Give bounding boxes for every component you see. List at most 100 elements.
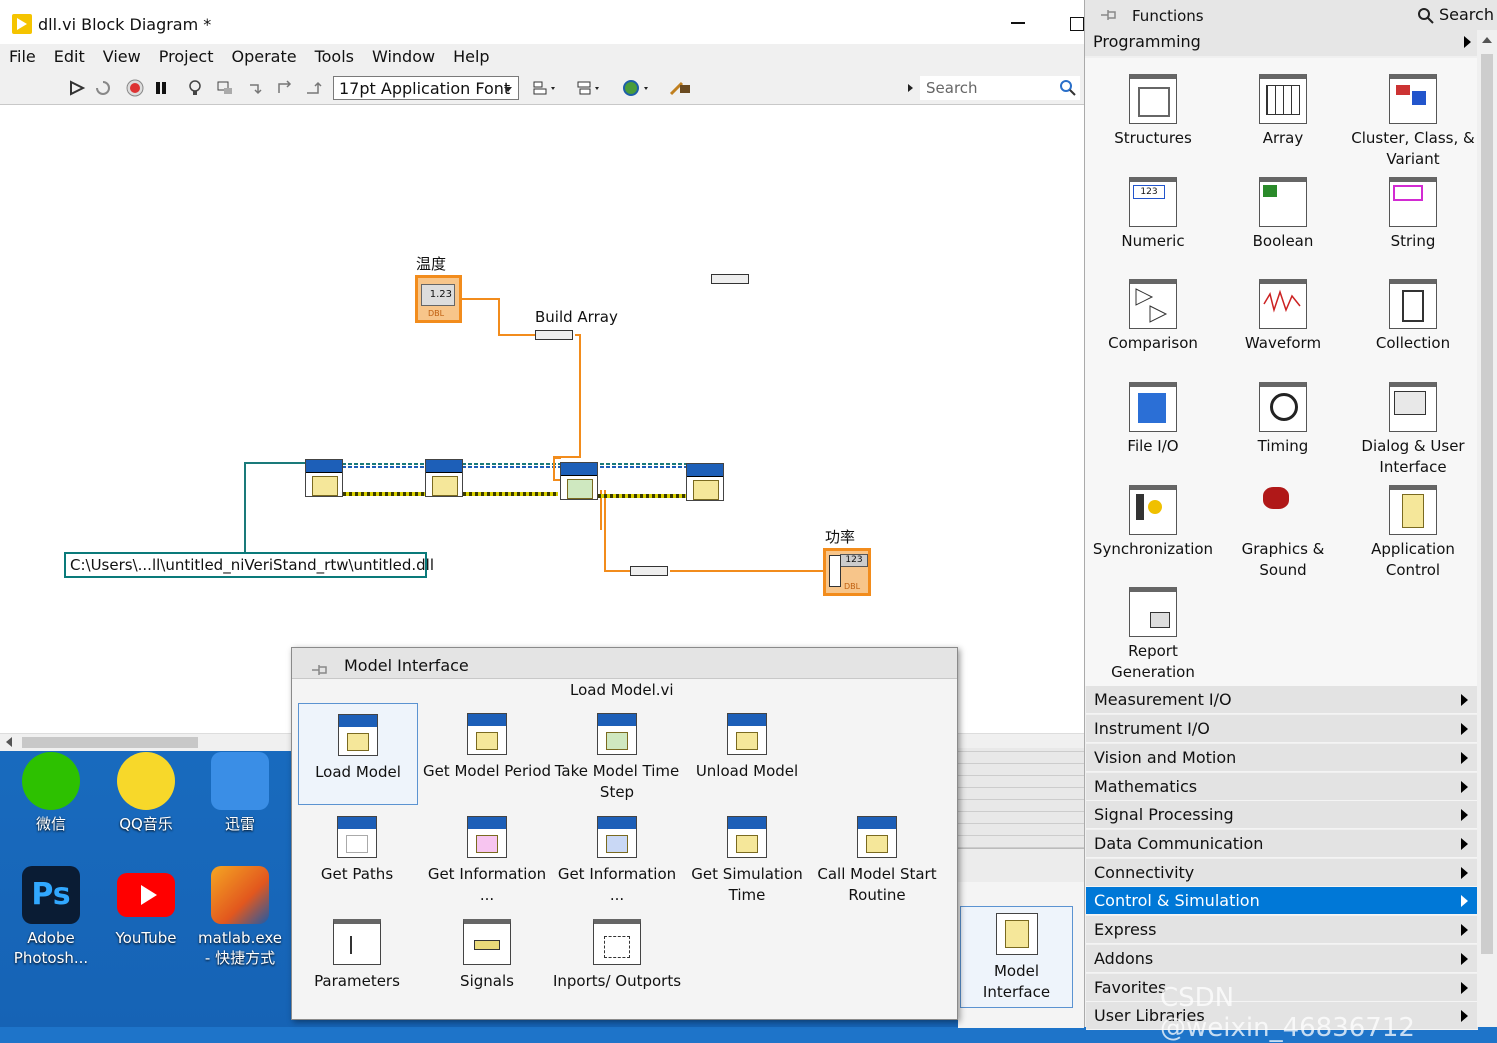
desktop-icon-label: 微信 bbox=[35, 815, 66, 833]
palette-item-application-control[interactable]: Application Control bbox=[1348, 477, 1478, 581]
desktop-icon-matlab[interactable]: matlab.exe - 快捷方式 bbox=[194, 866, 286, 968]
menu-view[interactable]: View bbox=[94, 44, 150, 66]
palette-item-call-model-start-routine[interactable]: Call Model Start Routine bbox=[812, 806, 942, 906]
desktop-icon-xunlei[interactable]: 迅雷 bbox=[194, 752, 286, 834]
scroll-up-icon[interactable] bbox=[1482, 37, 1492, 43]
palette-item-get-simulation-time[interactable]: Get Simulation Time bbox=[682, 806, 812, 906]
category-data-communication[interactable]: Data Communication bbox=[1086, 830, 1478, 858]
search-button[interactable]: Search bbox=[1413, 4, 1495, 26]
vertical-scrollbar[interactable] bbox=[1477, 30, 1497, 1027]
get-model-period-subvi[interactable] bbox=[425, 459, 463, 497]
build-array-node-unwired[interactable] bbox=[711, 274, 749, 284]
palette-item-report-generation[interactable]: Report Generation bbox=[1088, 579, 1218, 683]
menu-project[interactable]: Project bbox=[150, 44, 223, 66]
unload-model-subvi[interactable] bbox=[686, 463, 724, 501]
palette-item-timing[interactable]: Timing bbox=[1218, 374, 1348, 457]
highlight-execution-icon[interactable] bbox=[186, 79, 204, 97]
palette-item-unload-model[interactable]: Unload Model bbox=[682, 703, 812, 782]
power-indicator-terminal[interactable]: 123 DBL bbox=[823, 548, 871, 596]
palette-item-comparison[interactable]: Comparison bbox=[1088, 271, 1218, 354]
desktop-icon-youtube[interactable]: YouTube bbox=[100, 866, 192, 948]
desktop-icon-wechat[interactable]: 微信 bbox=[5, 752, 97, 834]
palette-item-numeric[interactable]: 123 Numeric bbox=[1088, 169, 1218, 252]
model-interface-palette-item[interactable]: Model Interface bbox=[960, 906, 1073, 1008]
desktop-icon-qqmusic[interactable]: QQ音乐 bbox=[100, 752, 192, 834]
temperature-control-terminal[interactable]: 1.23 DBL bbox=[415, 275, 462, 323]
menu-window[interactable]: Window bbox=[363, 44, 444, 66]
run-continuously-icon[interactable] bbox=[94, 79, 112, 97]
minimize-button[interactable] bbox=[1011, 22, 1025, 24]
category-addons[interactable]: Addons bbox=[1086, 945, 1478, 973]
numeric-icon: 123 bbox=[1129, 177, 1177, 227]
category-control-simulation[interactable]: Control & Simulation bbox=[1086, 887, 1478, 915]
menu-edit[interactable]: Edit bbox=[45, 44, 94, 66]
category-mathematics[interactable]: Mathematics bbox=[1086, 773, 1478, 801]
abort-icon[interactable] bbox=[126, 79, 144, 97]
index-array-node[interactable] bbox=[630, 566, 668, 576]
palette-item-get-model-period[interactable]: Get Model Period bbox=[422, 703, 552, 782]
category-signal-processing[interactable]: Signal Processing bbox=[1086, 801, 1478, 829]
palette-item-signals[interactable]: Signals bbox=[422, 909, 552, 992]
category-measurement-io[interactable]: Measurement I/O bbox=[1086, 686, 1478, 714]
font-selector[interactable]: 17pt Application Font bbox=[333, 76, 519, 100]
palette-item-dialog[interactable]: Dialog & User Interface bbox=[1348, 374, 1478, 478]
palette-item-label: Graphics & Sound bbox=[1241, 540, 1325, 579]
menu-file[interactable]: File bbox=[0, 44, 45, 66]
step-out-icon[interactable] bbox=[304, 79, 322, 97]
step-into-icon[interactable] bbox=[248, 79, 266, 97]
palette-item-structures[interactable]: Structures bbox=[1088, 66, 1218, 149]
pin-icon[interactable] bbox=[1099, 7, 1117, 23]
menu-help[interactable]: Help bbox=[444, 44, 498, 66]
palette-item-get-information-1[interactable]: Get Information ... bbox=[422, 806, 552, 906]
search-input[interactable]: Search bbox=[920, 76, 1080, 100]
chevron-right-icon bbox=[1461, 953, 1468, 965]
palette-item-string[interactable]: String bbox=[1348, 169, 1478, 252]
palette-item-get-paths[interactable]: Get Paths bbox=[292, 806, 422, 885]
palette-item-load-model[interactable]: Load Model bbox=[298, 703, 418, 805]
align-objects-icon[interactable] bbox=[532, 79, 560, 97]
distribute-objects-icon[interactable] bbox=[576, 79, 604, 97]
build-array-node[interactable] bbox=[535, 330, 573, 340]
category-instrument-io[interactable]: Instrument I/O bbox=[1086, 715, 1478, 743]
step-over-icon[interactable] bbox=[276, 79, 294, 97]
palette-item-collection[interactable]: Collection bbox=[1348, 271, 1478, 354]
palette-item-file-io[interactable]: File I/O bbox=[1088, 374, 1218, 457]
desktop-icon-photoshop[interactable]: Ps Adobe Photosh... bbox=[5, 866, 97, 968]
palette-item-cluster[interactable]: Cluster, Class, & Variant bbox=[1348, 66, 1478, 170]
reorder-icon[interactable] bbox=[622, 79, 654, 97]
model-interface-title: Model Interface bbox=[344, 656, 469, 675]
dll-path-constant[interactable]: C:\Users\...ll\untitled_niVeriStand_rtw\… bbox=[64, 552, 434, 578]
menu-operate[interactable]: Operate bbox=[222, 44, 305, 66]
run-arrow-icon[interactable] bbox=[68, 79, 86, 97]
palette-item-synchronization[interactable]: Synchronization bbox=[1088, 477, 1218, 560]
category-vision-motion[interactable]: Vision and Motion bbox=[1086, 744, 1478, 772]
scrollbar-thumb[interactable] bbox=[22, 737, 198, 748]
palette-item-label: Get Model Period bbox=[422, 762, 552, 780]
palette-item-graphics-sound[interactable]: Graphics & Sound bbox=[1218, 477, 1348, 581]
toolbar-overflow-arrow-icon[interactable] bbox=[908, 84, 913, 92]
category-connectivity[interactable]: Connectivity bbox=[1086, 859, 1478, 887]
pause-icon[interactable] bbox=[152, 79, 170, 97]
programming-section-header[interactable]: Programming bbox=[1085, 30, 1481, 56]
take-model-time-step-subvi[interactable] bbox=[560, 462, 598, 500]
scroll-left-icon[interactable] bbox=[6, 737, 12, 747]
retain-wire-values-icon[interactable] bbox=[216, 79, 234, 97]
palette-item-waveform[interactable]: Waveform bbox=[1218, 271, 1348, 354]
load-model-subvi[interactable] bbox=[305, 459, 343, 497]
diagram-canvas[interactable]: 温度 Build Array 功率 1.23 DBL C:\Users\...l… bbox=[0, 105, 1084, 733]
scrollbar-thumb[interactable] bbox=[1481, 54, 1493, 954]
palette-item-take-model-time-step[interactable]: Take Model Time Step bbox=[552, 703, 682, 803]
search-label: Search bbox=[1439, 5, 1494, 24]
maximize-button[interactable] bbox=[1070, 17, 1084, 31]
category-label: Data Communication bbox=[1094, 834, 1264, 853]
palette-item-boolean[interactable]: Boolean bbox=[1218, 169, 1348, 252]
palette-item-inports-outports[interactable]: Inports/ Outports bbox=[552, 909, 682, 992]
search-icon[interactable] bbox=[1059, 79, 1077, 97]
palette-item-get-information-2[interactable]: Get Information ... bbox=[552, 806, 682, 906]
category-express[interactable]: Express bbox=[1086, 916, 1478, 944]
palette-item-array[interactable]: Array bbox=[1218, 66, 1348, 149]
palette-item-parameters[interactable]: Parameters bbox=[292, 909, 422, 992]
clean-up-diagram-icon[interactable] bbox=[668, 79, 694, 97]
menu-tools[interactable]: Tools bbox=[306, 44, 363, 66]
pin-icon[interactable] bbox=[310, 655, 328, 675]
